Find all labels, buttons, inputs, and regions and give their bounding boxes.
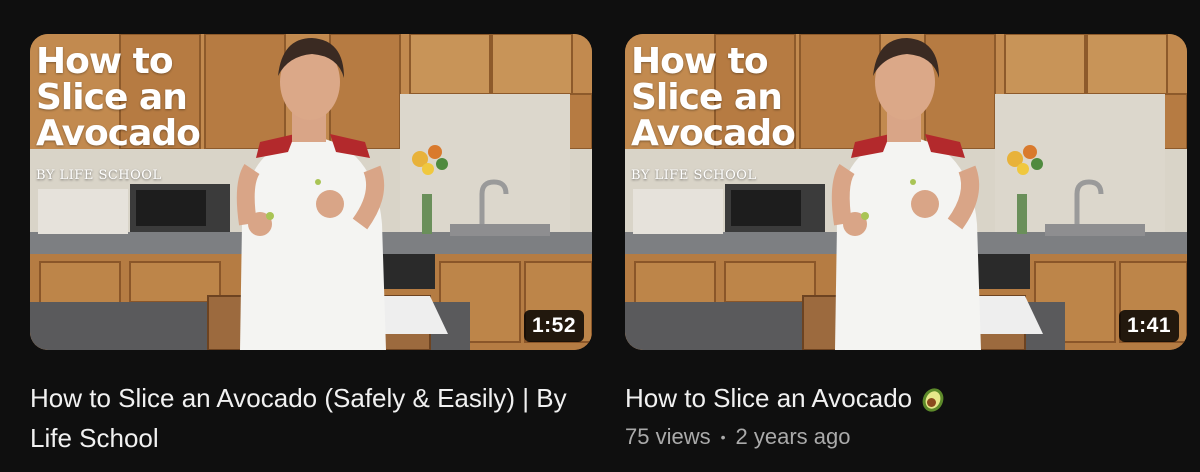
video-title-link[interactable]: How to Slice an Avocado (Safely & Easily… — [30, 378, 592, 458]
video-thumbnail[interactable]: How to Slice an Avocado BY LIFE SCHOOL 1… — [625, 34, 1187, 350]
video-stats: 75 views • 2 years ago — [625, 424, 1187, 450]
avocado-icon — [922, 388, 944, 412]
video-title-link[interactable]: How to Slice an Avocado — [625, 378, 1187, 418]
duration-badge: 1:41 — [1118, 310, 1179, 342]
video-title-text: How to Slice an Avocado (Safely & Easily… — [30, 383, 567, 453]
thumbnail-title-line: Slice an — [36, 77, 188, 118]
thumbnail-title-text: How to Slice an Avocado — [36, 41, 201, 154]
video-meta: How to Slice an Avocado 75 views • 2 yea… — [625, 378, 1187, 450]
thumbnail-title-line: How to — [36, 41, 174, 82]
video-grid: How to Slice an Avocado BY LIFE SCHOOL 1… — [0, 0, 1200, 472]
thumbnail-title-text: How to Slice an Avocado — [631, 41, 796, 154]
video-card[interactable]: How to Slice an Avocado BY LIFE SCHOOL 1… — [30, 34, 592, 458]
thumbnail-title-line: Slice an — [631, 77, 783, 118]
upload-age: 2 years ago — [735, 424, 851, 449]
video-title-text: How to Slice an Avocado — [625, 383, 913, 413]
thumbnail-title-line: Avocado — [631, 113, 796, 154]
thumbnail-byline: BY LIFE SCHOOL — [36, 168, 162, 183]
meta-separator: • — [720, 429, 726, 445]
video-thumbnail[interactable]: How to Slice an Avocado BY LIFE SCHOOL 1… — [30, 34, 592, 350]
thumbnail-title-line: How to — [631, 41, 769, 82]
video-meta: How to Slice an Avocado (Safely & Easily… — [30, 378, 592, 458]
view-count: 75 views — [625, 424, 711, 449]
duration-badge: 1:52 — [523, 310, 584, 342]
video-card[interactable]: How to Slice an Avocado BY LIFE SCHOOL 1… — [625, 34, 1187, 450]
thumbnail-byline: BY LIFE SCHOOL — [631, 168, 757, 183]
thumbnail-title-line: Avocado — [36, 113, 201, 154]
